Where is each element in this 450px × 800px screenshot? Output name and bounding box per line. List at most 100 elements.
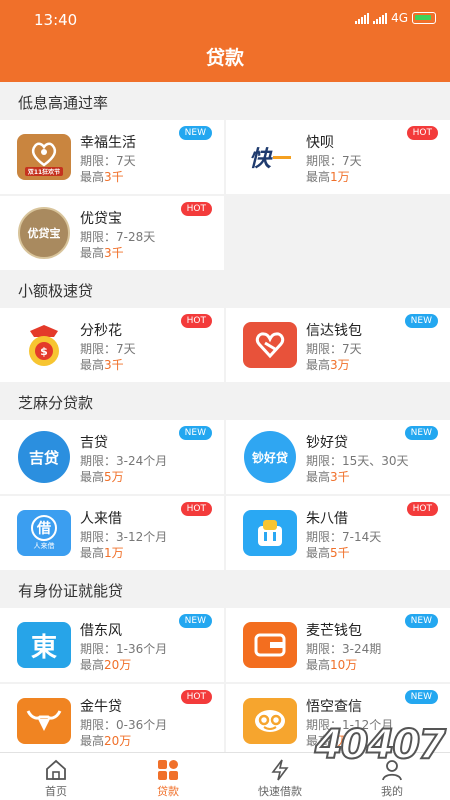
app-bar: 贷款 [0,38,450,82]
new-badge: NEW [404,614,438,628]
loan-logo-icon: 优贷宝 [18,207,70,259]
loan-card[interactable]: 钞好贷 钞好贷 期限：15天、30天 最高3千 NEW [226,420,450,494]
loan-logo-icon: 钞好贷 [244,431,296,483]
tab-label: 贷款 [157,785,179,798]
loan-term: 期限：7天 [306,342,362,356]
tab-label: 我的 [381,785,403,798]
loan-logo-caption: 双11狂欢节 [24,166,64,176]
loan-card[interactable]: $ 分秒花 期限：7天 最高3千 HOT [0,308,224,382]
loan-max: 最高3千 [80,358,124,372]
loan-name: 分秒花 [80,323,122,339]
signal-icon-2 [373,12,388,24]
loan-term: 期限：1-36个月 [80,642,168,656]
loan-name: 优贷宝 [80,211,122,227]
loan-logo-icon [17,698,71,744]
loan-logo-icon [243,698,297,744]
loan-name: 钞好贷 [306,435,348,451]
loan-card[interactable]: 東 借东风 期限：1-36个月 最高20万 NEW [0,608,224,682]
tab-label: 首页 [45,785,67,798]
loan-term: 期限：3-12个月 [80,530,168,544]
loan-name: 麦芒钱包 [306,623,362,639]
tab-home[interactable]: 首页 [0,753,112,800]
loan-name: 信达钱包 [306,323,362,339]
loan-max-amount: 1万 [104,546,124,560]
loan-name: 悟空查信 [306,699,362,715]
loan-logo-icon: 快 [243,134,297,180]
loan-max-amount: 5万 [104,470,124,484]
section-title: 有身份证就能贷 [0,572,450,610]
loan-card[interactable]: 借 人来借 人来借 期限：3-12个月 最高1万 HOT [0,496,224,570]
loan-max-amount: 3万 [330,358,350,372]
tab-loans[interactable]: 贷款 [112,753,224,800]
loan-max-amount: 20万 [104,658,132,672]
loan-max-amount: 5千 [330,546,350,560]
loan-term: 期限：7-14天 [306,530,382,544]
home-icon [46,759,66,780]
loan-max-amount: 3千 [104,358,124,372]
page-title: 贷款 [205,47,244,69]
watermark-logo: 40407 [314,721,447,769]
loan-max: 最高3万 [306,358,350,372]
new-badge: NEW [404,426,438,440]
section-title: 小额极速贷 [0,272,450,310]
loan-logo-icon [243,622,297,668]
hot-badge: HOT [406,502,438,516]
loan-max: 最高5千 [306,546,350,560]
hot-badge: HOT [180,314,212,328]
loan-name: 金牛贷 [80,699,122,715]
loan-card[interactable]: 朱八借 期限：7-14天 最高5千 HOT [226,496,450,570]
loan-max: 最高3千 [80,246,124,260]
loan-logo-text: 借 [31,515,57,541]
loan-max-amount: 20万 [104,734,132,748]
loan-term: 期限：7天 [80,154,136,168]
loan-card[interactable]: 金牛贷 期限：0-36个月 最高20万 HOT [0,684,224,758]
loan-term: 期限：0-36个月 [80,718,168,732]
new-badge: NEW [178,426,212,440]
loan-logo-icon: $ [17,322,71,368]
loan-term: 期限：7天 [306,154,362,168]
new-badge: NEW [404,314,438,328]
signal-icon [355,12,370,24]
loan-name: 朱八借 [306,511,348,527]
loan-max-amount: 10万 [330,658,358,672]
loan-logo-icon [243,322,297,368]
status-time: 13:40 [34,11,78,29]
loan-name: 快呗 [306,135,334,151]
loan-logo-icon: 双11狂欢节 [17,134,71,180]
loan-card[interactable]: 信达钱包 期限：7天 最高3万 NEW [226,308,450,382]
loan-max-amount: 3千 [330,470,350,484]
hot-badge: HOT [180,502,212,516]
battery-icon [412,12,436,24]
section-title: 芝麻分贷款 [0,384,450,422]
svg-text:$: $ [40,345,48,358]
loan-max: 最高10万 [306,658,358,672]
loan-max-amount: 3千 [104,246,124,260]
loan-max: 最高3千 [306,470,350,484]
loan-max: 最高20万 [80,734,132,748]
loan-logo-icon [243,510,297,556]
loan-logo-text: 钞好贷 [251,450,288,465]
loan-max-amount: 3千 [104,170,124,184]
loan-card[interactable]: 麦芒钱包 期限：3-24期 最高10万 NEW [226,608,450,682]
loan-term: 期限：7天 [80,342,136,356]
hot-badge: HOT [180,202,212,216]
status-bar: 13:40 4G [0,0,450,38]
loan-logo-text: 東 [30,632,57,663]
hot-badge: HOT [406,126,438,140]
lightning-icon [271,759,289,781]
new-badge: NEW [404,690,438,704]
loan-term: 期限：15天、30天 [306,454,409,468]
loan-max: 最高1万 [80,546,124,560]
loan-logo-icon: 借 人来借 [17,510,71,556]
loan-max: 最高20万 [80,658,132,672]
loan-logo-caption: 人来借 [33,542,55,550]
loan-card[interactable]: 快 快呗 期限：7天 最高1万 HOT [226,120,450,194]
hot-badge: HOT [180,690,212,704]
loan-card[interactable]: 优贷宝 优贷宝 期限：7-28天 最高3千 HOT [0,196,224,270]
loan-logo-text: 优贷宝 [27,227,61,240]
loan-term: 期限：7-28天 [80,230,156,244]
loan-name: 吉贷 [80,435,108,451]
loan-card[interactable]: 双11狂欢节 幸福生活 期限：7天 最高3千 NEW [0,120,224,194]
grid-icon [158,760,178,780]
loan-card[interactable]: 吉贷 吉贷 期限：3-24个月 最高5万 NEW [0,420,224,494]
